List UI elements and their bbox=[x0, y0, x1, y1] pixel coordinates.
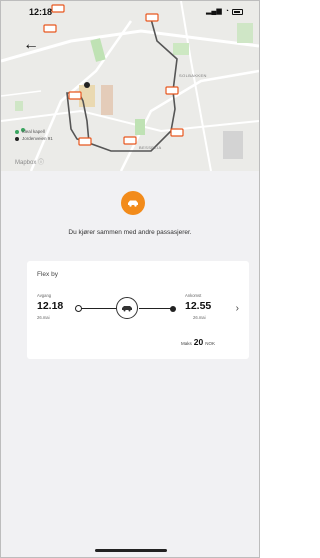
car-icon bbox=[121, 191, 145, 215]
chevron-right-icon[interactable]: › bbox=[236, 303, 239, 314]
map-area-label: BESSELIA bbox=[139, 145, 162, 150]
ride-details: Du kjører sammen med andre passasjerer. … bbox=[1, 171, 259, 557]
departure-time: 12.18 bbox=[37, 300, 64, 312]
vehicle-icon bbox=[116, 297, 138, 319]
route-line bbox=[79, 308, 117, 309]
arrival-time: 12.55 bbox=[185, 300, 212, 312]
arrival-date: 26.mai bbox=[193, 315, 206, 320]
status-time: 12:18 bbox=[29, 7, 53, 17]
map-attribution[interactable]: Mapbox ⓘ bbox=[15, 157, 44, 166]
legend-item: Ideal kapell bbox=[15, 129, 53, 134]
price-currency: NOK bbox=[205, 341, 215, 346]
home-indicator[interactable] bbox=[95, 549, 167, 552]
departure-label: Avgang bbox=[37, 293, 52, 298]
phone-screen: 12:18 ▂▄▆ ◔ ← SOLBAKKEN BESSELIA Ideal k… bbox=[0, 0, 260, 558]
legend-dot bbox=[15, 129, 19, 134]
destination-dot bbox=[170, 306, 176, 312]
status-icons: ▂▄▆ ◔ bbox=[206, 8, 243, 15]
price: Maks 20 NOK bbox=[181, 337, 215, 347]
departure-date: 26.mai bbox=[37, 315, 50, 320]
origin-dot bbox=[75, 305, 82, 312]
arrival-label: Ankomst bbox=[185, 293, 202, 298]
map-canvas bbox=[1, 1, 259, 171]
map-area-label: SOLBAKKEN bbox=[179, 73, 207, 78]
battery-icon bbox=[232, 8, 243, 15]
price-value: 20 bbox=[193, 337, 204, 347]
legend-item: Jordenveien 91 bbox=[15, 136, 53, 141]
back-arrow-icon[interactable]: ← bbox=[23, 37, 39, 53]
wifi-icon: ◔ bbox=[224, 8, 229, 15]
legend-dot bbox=[15, 136, 19, 141]
signal-icon: ▂▄▆ bbox=[206, 8, 222, 15]
route-map[interactable]: 12:18 ▂▄▆ ◔ ← SOLBAKKEN BESSELIA Ideal k… bbox=[1, 1, 259, 171]
shared-ride-message: Du kjører sammen med andre passasjerer. bbox=[68, 229, 192, 236]
status-bar: 12:18 ▂▄▆ ◔ bbox=[1, 1, 259, 23]
trip-card[interactable]: Flex by Avgang 12.18 26.mai Ankomst 12.5… bbox=[27, 261, 249, 359]
price-prefix: Maks bbox=[181, 341, 192, 346]
route-line bbox=[139, 308, 173, 309]
trip-type-title: Flex by bbox=[37, 271, 58, 278]
map-legend: Ideal kapell Jordenveien 91 bbox=[15, 129, 53, 143]
